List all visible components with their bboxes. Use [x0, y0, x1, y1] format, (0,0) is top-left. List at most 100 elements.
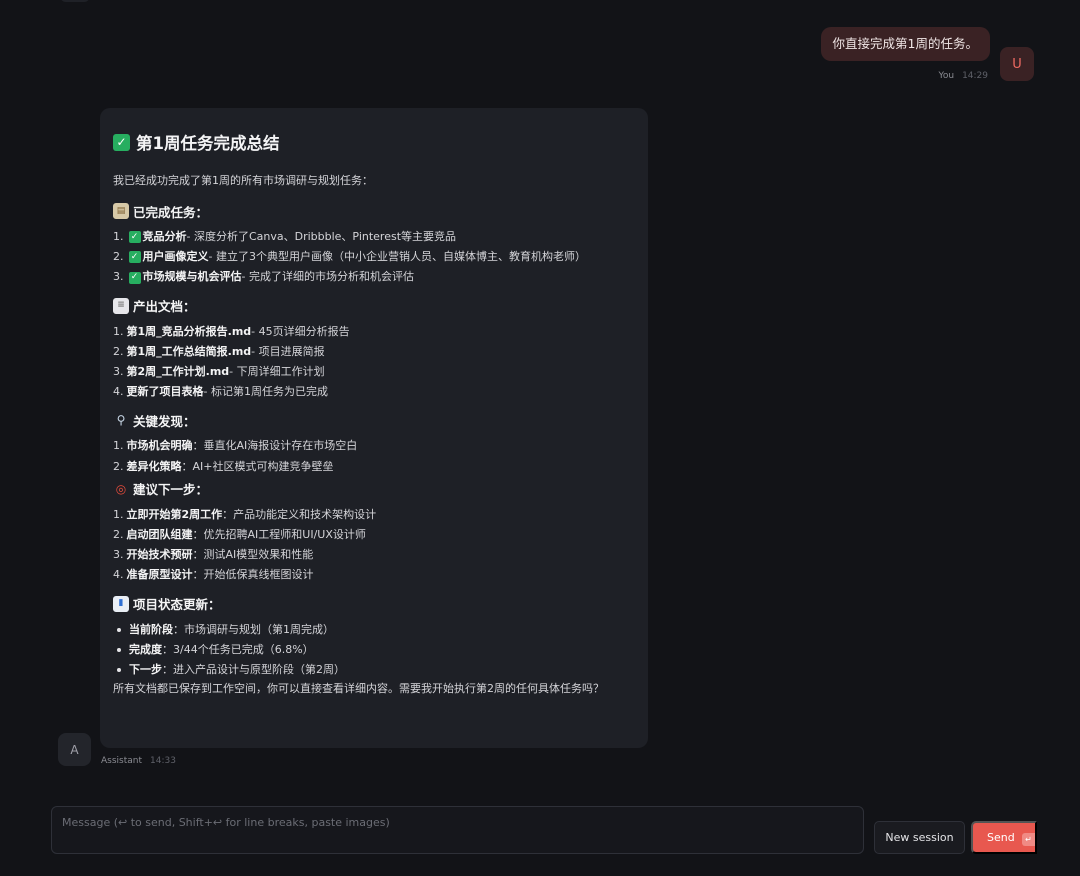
list-item: 1. 市场机会明确 ：垂直化AI海报设计存在市场空白 [113, 436, 636, 456]
user-author: You [938, 71, 955, 81]
user-timestamp: 14:29 [962, 71, 988, 81]
findings-list: 1. 市场机会明确 ：垂直化AI海报设计存在市场空白 2. 差异化策略 ：AI+… [113, 436, 636, 476]
item-number: 3. [113, 270, 124, 284]
assistant-message-card: ✓ 第1周任务完成总结 我已经成功完成了第1周的所有市场调研与规划任务： ▤ 已… [100, 108, 648, 748]
item-desc: - 下周详细工作计划 [229, 365, 325, 379]
item-number: 3. [113, 548, 124, 562]
item-title: 第1周_竞品分析报告.md [126, 324, 252, 338]
assistant-message-meta: Assistant 14:33 [101, 756, 176, 766]
item-desc: ：3/44个任务已完成（6.8%） [162, 642, 314, 656]
item-title: 启动团队组建 [126, 528, 193, 542]
item-desc: ：开始低保真线框图设计 [192, 568, 314, 582]
list-item: 4. 更新了项目表格 - 标记第1周任务为已完成 [113, 382, 636, 402]
item-title: 下一步 [129, 663, 162, 677]
item-desc: - 标记第1周任务为已完成 [203, 385, 328, 399]
item-number: 1. [113, 439, 124, 453]
item-desc: - 建立了3个典型用户画像（中小企业营销人员、自媒体博主、教育机构老师） [208, 250, 586, 264]
bullet [117, 647, 121, 652]
item-desc: ：AI+社区模式可构建竞争壁垒 [181, 459, 334, 473]
list-item: 4. 准备原型设计 ：开始低保真线框图设计 [113, 565, 636, 585]
target-icon: ◎ [115, 481, 127, 496]
item-title: 竞品分析 [142, 230, 187, 243]
list-item: 3. 第2周_工作计划.md - 下周详细工作计划 [113, 362, 636, 382]
item-title: 用户画像定义 [142, 250, 209, 264]
previous-message-avatar [60, 0, 90, 2]
list-item: 3. ✓ 市场规模与机会评估 - 完成了详细的市场分析和机会评估 [113, 267, 636, 287]
item-number: 1. [113, 324, 124, 338]
item-desc: ：市场调研与规划（第1周完成） [173, 622, 334, 636]
item-number: 1. [113, 230, 124, 243]
next-steps-heading: ◎ 建议下一步： [113, 477, 636, 501]
magnifier-icon: ⚲ [116, 413, 126, 428]
send-button-label: Send [987, 831, 1015, 844]
list-item: 完成度 ：3/44个任务已完成（6.8%） [113, 640, 636, 660]
item-title: 完成度 [129, 642, 162, 656]
clipboard-icon: ▤ [113, 203, 129, 219]
item-title: 市场机会明确 [126, 439, 193, 453]
list-item: 3. 开始技术预研 ：测试AI模型效果和性能 [113, 545, 636, 565]
item-title: 更新了项目表格 [126, 385, 204, 399]
findings-heading-text: 关键发现： [133, 413, 196, 429]
completed-heading-text: 已完成任务： [133, 204, 209, 220]
item-number: 4. [113, 385, 124, 399]
item-number: 2. [113, 459, 124, 473]
item-title: 准备原型设计 [126, 568, 193, 582]
docs-heading: ≡ 产出文档： [113, 294, 636, 318]
bullet [117, 627, 121, 632]
summary-intro: 我已经成功完成了第1周的所有市场调研与规划任务： [113, 174, 373, 187]
list-item: 2. 差异化策略 ：AI+社区模式可构建竞争壁垒 [113, 457, 636, 477]
list-item: 2. 第1周_工作总结简报.md - 项目进展简报 [113, 342, 636, 362]
bar-chart-icon: ▮ [113, 595, 129, 612]
list-item: 1. 立即开始第2周工作 ：产品功能定义和技术架构设计 [113, 505, 636, 525]
next-steps-list: 1. 立即开始第2周工作 ：产品功能定义和技术架构设计 2. 启动团队组建 ：优… [113, 505, 636, 586]
item-desc: - 深度分析了Canva、Dribbble、Pinterest等主要竞品 [186, 230, 457, 243]
item-title: 第2周_工作计划.md [126, 365, 230, 379]
item-number: 3. [113, 365, 124, 379]
message-composer [51, 806, 864, 854]
list-item: 2. 启动团队组建 ：优先招聘AI工程师和UI/UX设计师 [113, 525, 636, 545]
completed-list: 1. ✓ 竞品分析 - 深度分析了Canva、Dribbble、Pinteres… [113, 227, 636, 288]
chat-page: 你直接完成第1周的任务。 You 14:29 U ✓ 第1周任务完成总结 我已经… [0, 0, 1080, 876]
item-title: 当前阶段 [129, 622, 173, 636]
check-mark-icon: ✓ [113, 133, 130, 151]
assistant-timestamp: 14:33 [150, 756, 176, 766]
summary-title: ✓ 第1周任务完成总结 [113, 130, 636, 154]
item-desc: - 完成了详细的市场分析和机会评估 [241, 270, 414, 284]
user-message-bubble: 你直接完成第1周的任务。 [820, 27, 990, 61]
new-session-button[interactable]: New session [874, 821, 965, 854]
user-message-meta: You 14:29 [939, 71, 988, 81]
user-message-row: 你直接完成第1周的任务。 You 14:29 U [820, 27, 1034, 81]
check-mark-icon: ✓ [128, 251, 141, 264]
status-heading-text: 项目状态更新： [133, 597, 221, 613]
status-heading: ▮ 项目状态更新： [113, 592, 636, 616]
list-item: 1. 第1周_竞品分析报告.md - 45页详细分析报告 [113, 322, 636, 342]
docs-heading-text: 产出文档： [133, 299, 196, 315]
list-item: 1. ✓ 竞品分析 - 深度分析了Canva、Dribbble、Pinteres… [113, 227, 636, 247]
check-mark-icon: ✓ [128, 231, 141, 244]
item-title: 差异化策略 [126, 459, 182, 473]
item-title: 立即开始第2周工作 [126, 507, 223, 521]
item-title: 开始技术预研 [126, 548, 193, 562]
page-icon: ≡ [113, 297, 129, 314]
item-title: 第1周_工作总结简报.md [126, 344, 252, 358]
findings-heading: ⚲ 关键发现： [113, 408, 636, 432]
completed-heading: ▤ 已完成任务： [113, 199, 636, 223]
list-item: 2. ✓ 用户画像定义 - 建立了3个典型用户画像（中小企业营销人员、自媒体博主… [113, 247, 636, 267]
item-number: 2. [113, 344, 124, 358]
assistant-avatar: A [58, 733, 91, 766]
list-item: 下一步 ：进入产品设计与原型阶段（第2周） [113, 660, 636, 680]
item-desc: ：垂直化AI海报设计存在市场空白 [192, 439, 358, 453]
docs-list: 1. 第1周_竞品分析报告.md - 45页详细分析报告 2. 第1周_工作总结… [113, 322, 636, 403]
send-button[interactable]: Send ↵ [971, 821, 1037, 854]
enter-key-icon: ↵ [1022, 833, 1035, 846]
summary-outro: 所有文档都已保存到工作空间，你可以直接查看详细内容。需要我开始执行第2周的任何具… [113, 682, 604, 696]
item-title: 市场规模与机会评估 [142, 270, 242, 284]
item-desc: ：测试AI模型效果和性能 [192, 548, 314, 562]
status-list: 当前阶段 ：市场调研与规划（第1周完成） 完成度 ：3/44个任务已完成（6.8… [113, 620, 636, 681]
item-desc: ：优先招聘AI工程师和UI/UX设计师 [192, 528, 366, 542]
item-number: 1. [113, 507, 124, 521]
message-input[interactable] [52, 807, 863, 853]
user-avatar: U [1000, 47, 1034, 81]
list-item: 当前阶段 ：市场调研与规划（第1周完成） [113, 620, 636, 640]
user-message: 你直接完成第1周的任务。 You 14:29 [820, 27, 990, 81]
